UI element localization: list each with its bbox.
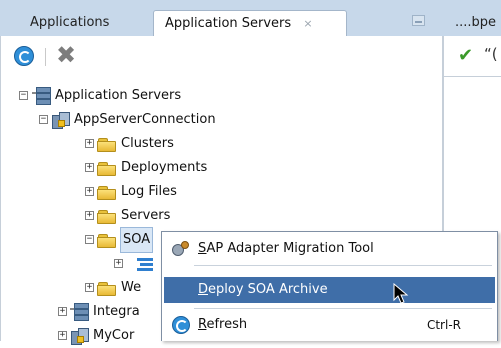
editor-toolbar-divider <box>444 76 501 77</box>
expand-icon[interactable]: + <box>85 211 94 220</box>
expand-icon[interactable]: + <box>58 331 67 340</box>
soa-partition-icon <box>137 258 155 272</box>
tab-close-icon[interactable]: × <box>303 17 312 30</box>
tree-node-label: Integra <box>93 304 140 319</box>
menu-item-label: Refresh <box>198 317 248 332</box>
tree-node-label: SOA <box>120 227 154 253</box>
tree-node-label: Servers <box>121 208 171 223</box>
menu-item-shortcut: Ctrl-R <box>426 318 461 332</box>
tree-node-label: Deployments <box>121 160 208 175</box>
tree-node-deployments[interactable]: + Deployments <box>0 156 430 180</box>
tree-node-label: Clusters <box>121 136 174 151</box>
menu-item-label: SAP Adapter Migration Tool <box>198 241 374 256</box>
tree-node-label: AppServerConnection <box>74 112 216 127</box>
expand-icon[interactable]: + <box>85 187 94 196</box>
tree-node-label: Log Files <box>121 184 177 199</box>
folder-icon <box>97 138 116 152</box>
tree-node-web[interactable]: + We <box>0 276 160 300</box>
tree-node-appserverconnection[interactable]: − AppServerConnection <box>0 108 430 132</box>
tree-node-application-servers[interactable]: − Application Servers <box>0 84 430 108</box>
refresh-icon[interactable] <box>14 46 34 66</box>
server-stack-icon <box>32 87 51 105</box>
menu-item-refresh[interactable]: Refresh Ctrl-R <box>164 312 495 338</box>
tree-node-myconnection[interactable]: + MyCor <box>0 324 160 348</box>
tree-node-clusters[interactable]: + Clusters <box>0 132 430 156</box>
editor-toolbar-icon[interactable]: “( <box>484 44 498 64</box>
server-connection-icon <box>51 111 70 129</box>
expand-icon[interactable]: + <box>58 307 67 316</box>
minimize-icon[interactable] <box>412 15 425 26</box>
menu-item-sap-adapter-migration-tool[interactable]: SAP Adapter Migration Tool <box>164 236 495 262</box>
tree-node-label: Application Servers <box>55 88 182 103</box>
refresh-icon <box>172 316 190 334</box>
mouse-cursor-icon <box>393 283 409 304</box>
expand-icon[interactable]: + <box>85 139 94 148</box>
tree-node-label: We <box>121 280 142 295</box>
tab-bpel-editor[interactable]: ....bpe <box>443 10 501 36</box>
folder-icon <box>97 234 116 248</box>
expand-icon[interactable]: + <box>114 259 123 268</box>
toolbar-separator <box>45 48 46 66</box>
tree-node-soa-child[interactable]: + <box>0 252 160 276</box>
tab-bpel-editor-label: ....bpe <box>455 15 497 30</box>
adapter-icon <box>172 241 190 257</box>
menu-separator <box>194 265 492 266</box>
navigator-toolbar: ✖ <box>0 36 430 76</box>
tree-node-servers[interactable]: + Servers <box>0 204 430 228</box>
tab-applications[interactable]: Applications <box>0 10 160 36</box>
server-connection-icon <box>70 327 89 345</box>
server-stack-icon <box>70 303 89 321</box>
tab-application-servers[interactable]: Application Servers × <box>153 10 347 36</box>
menu-item-label: Deploy SOA Archive <box>198 282 328 297</box>
tree-node-integration[interactable]: + Integra <box>0 300 160 324</box>
collapse-icon[interactable]: − <box>39 115 48 124</box>
tree-node-log-files[interactable]: + Log Files <box>0 180 430 204</box>
expand-icon[interactable]: + <box>85 283 94 292</box>
collapse-icon[interactable]: − <box>19 91 28 100</box>
validate-check-icon[interactable]: ✔ <box>458 46 473 66</box>
context-menu: SAP Adapter Migration Tool Deploy SOA Ar… <box>161 231 498 341</box>
menu-item-deploy-soa-archive[interactable]: Deploy SOA Archive <box>164 277 495 303</box>
tab-application-servers-label: Application Servers <box>165 16 292 31</box>
tree-node-soa[interactable]: − SOA <box>0 227 160 253</box>
delete-icon[interactable]: ✖ <box>54 42 78 68</box>
tree-node-label: MyCor <box>93 328 135 343</box>
folder-icon <box>97 186 116 200</box>
collapse-icon[interactable]: − <box>85 235 94 244</box>
tab-applications-label: Applications <box>30 15 110 30</box>
folder-icon <box>97 282 116 296</box>
folder-icon <box>97 210 116 224</box>
expand-icon[interactable]: + <box>85 163 94 172</box>
folder-icon <box>97 162 116 176</box>
menu-separator <box>194 308 492 309</box>
